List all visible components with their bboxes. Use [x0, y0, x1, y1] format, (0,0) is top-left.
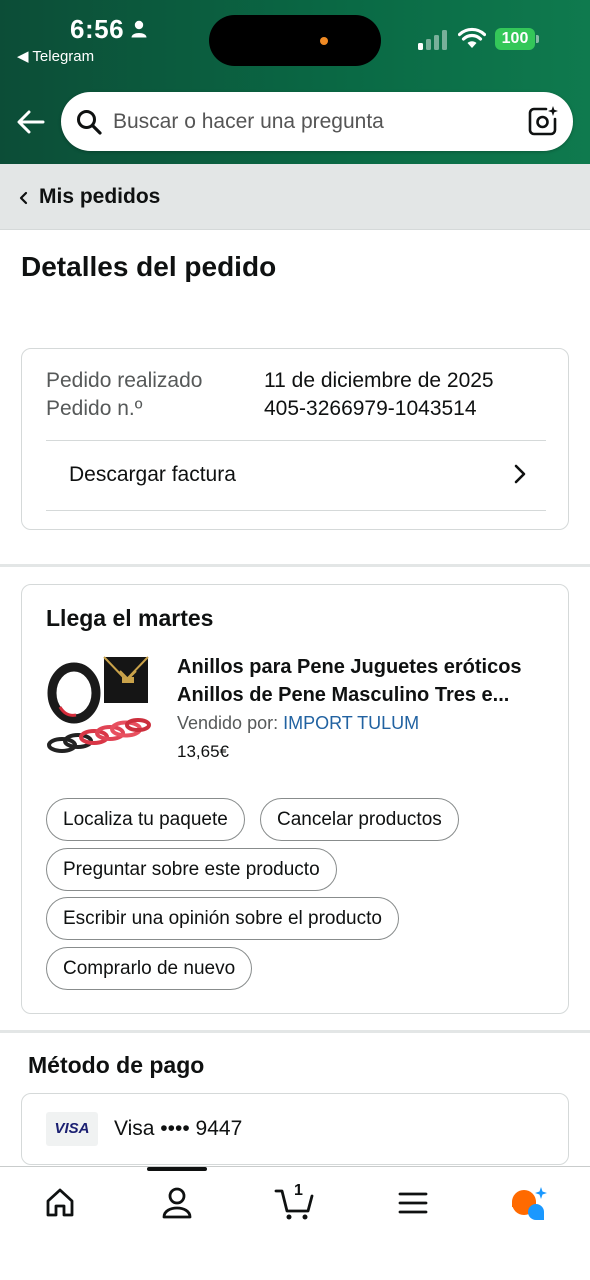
- page-title: Detalles del pedido: [21, 251, 277, 282]
- active-tab-indicator: [147, 1167, 207, 1171]
- chevron-left-icon: [19, 191, 28, 205]
- order-placed-label: Pedido realizado: [46, 369, 203, 392]
- ask-product-question-button[interactable]: Preguntar sobre este producto: [46, 848, 337, 891]
- breadcrumb[interactable]: Mis pedidos: [0, 164, 590, 230]
- dynamic-island: [209, 15, 381, 66]
- back-arrow-icon[interactable]: [15, 106, 47, 138]
- order-info-card: Pedido realizado 11 de diciembre de 2025…: [21, 348, 569, 530]
- buy-again-button[interactable]: Comprarlo de nuevo: [46, 947, 253, 990]
- search-icon: [77, 110, 102, 135]
- seller-link[interactable]: IMPORT TULUM: [283, 713, 419, 733]
- download-invoice-row[interactable]: Descargar factura: [46, 441, 546, 511]
- chevron-right-icon: [514, 464, 526, 484]
- seller-prefix: Vendido por:: [177, 713, 279, 733]
- header: 6:56 ◀ Telegram 100: [0, 0, 590, 164]
- payment-card: VISA Visa •••• 9447: [21, 1093, 569, 1165]
- product-image[interactable]: [46, 655, 152, 755]
- visa-logo: VISA: [46, 1112, 98, 1146]
- cellular-signal-icon: [418, 30, 447, 50]
- account-icon[interactable]: [157, 1185, 197, 1221]
- download-invoice-label: Descargar factura: [69, 463, 236, 486]
- order-placed-value: 11 de diciembre de 2025: [264, 369, 494, 392]
- product-title-link[interactable]: Anillos para Pene Juguetes eróticos Anil…: [177, 653, 552, 709]
- rufus-ai-icon[interactable]: [509, 1185, 549, 1221]
- cart-count: 1: [294, 1182, 303, 1199]
- search-bar[interactable]: [61, 92, 573, 151]
- track-package-button[interactable]: Localiza tu paquete: [46, 798, 245, 841]
- privacy-indicator-dot: [320, 37, 328, 45]
- bottom-nav: 1: [0, 1166, 590, 1280]
- seller-line: Vendido por: IMPORT TULUM: [177, 713, 419, 734]
- section-divider: [0, 564, 590, 567]
- divider: [46, 510, 546, 511]
- back-to-telegram-link[interactable]: ◀ Telegram: [17, 47, 94, 65]
- status-time: 6:56: [70, 14, 125, 44]
- search-input[interactable]: [113, 92, 513, 151]
- person-icon: [131, 20, 147, 38]
- wifi-icon: [458, 27, 486, 48]
- camera-search-icon[interactable]: [527, 105, 559, 137]
- cart-button[interactable]: 1: [274, 1182, 314, 1221]
- order-number-value: 405-3266979-1043514: [264, 397, 477, 420]
- shipment-card: Llega el martes Anillos para Pene Juguet…: [21, 584, 569, 1014]
- battery-indicator: 100: [495, 28, 535, 50]
- battery-tip: [536, 35, 539, 43]
- write-review-button[interactable]: Escribir una opinión sobre el producto: [46, 897, 399, 940]
- cancel-items-button[interactable]: Cancelar productos: [260, 798, 459, 841]
- payment-card-text: Visa •••• 9447: [114, 1117, 243, 1140]
- home-icon[interactable]: [40, 1185, 80, 1221]
- section-divider: [0, 1030, 590, 1033]
- payment-method-title: Método de pago: [28, 1052, 205, 1078]
- menu-icon[interactable]: [393, 1185, 433, 1221]
- delivery-title: Llega el martes: [46, 605, 214, 631]
- product-price: 13,65€: [177, 742, 229, 761]
- breadcrumb-label[interactable]: Mis pedidos: [39, 185, 160, 209]
- order-number-label: Pedido n.º: [46, 397, 143, 420]
